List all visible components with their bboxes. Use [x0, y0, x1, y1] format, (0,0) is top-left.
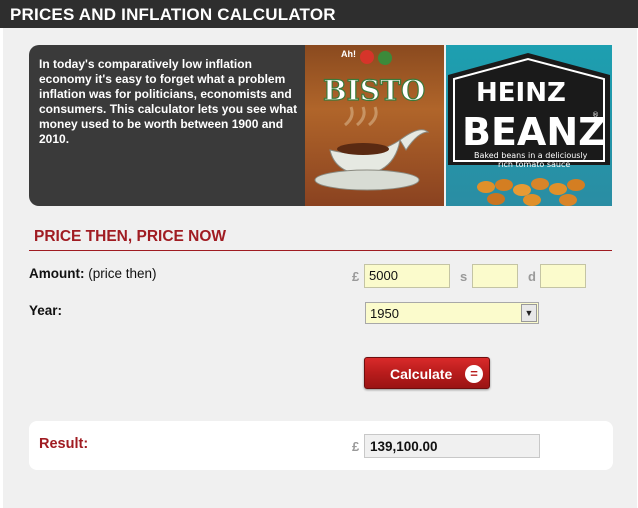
- bisto-advert-image: Ah! BISTO: [305, 45, 444, 206]
- pounds-symbol: £: [352, 269, 360, 284]
- amount-label: Amount: (price then): [29, 266, 157, 281]
- equals-icon: =: [465, 365, 483, 383]
- registered-mark: ®: [592, 111, 599, 119]
- pence-symbol: d: [528, 269, 536, 284]
- shillings-symbol: s: [460, 269, 468, 284]
- result-label: Result:: [39, 436, 89, 452]
- heinz-beanz-advert-image: HEINZ BEANZ ® Baked beans in a delicious…: [446, 45, 612, 206]
- year-label: Year:: [29, 303, 62, 318]
- beanz-text: BEANZ: [462, 110, 606, 154]
- beanz-tagline-1: Baked beans in a deliciously: [474, 151, 588, 160]
- bisto-tagline: Ah!: [341, 49, 356, 59]
- section-heading: PRICE THEN, PRICE NOW: [34, 228, 227, 245]
- heinz-text: HEINZ: [476, 78, 566, 108]
- section-divider: [29, 250, 612, 251]
- result-output: 139,100.00: [364, 434, 540, 458]
- amount-label-hint: (price then): [84, 266, 157, 281]
- calculate-button-label: Calculate: [390, 366, 453, 382]
- pounds-input[interactable]: 5000: [364, 264, 450, 288]
- shillings-input[interactable]: [472, 264, 518, 288]
- chevron-down-icon[interactable]: ▼: [521, 304, 537, 322]
- calculate-button[interactable]: Calculate =: [364, 357, 490, 389]
- page-title: PRICES AND INFLATION CALCULATOR: [10, 5, 336, 24]
- heinz-beanz-artwork: HEINZ BEANZ ® Baked beans in a delicious…: [448, 53, 610, 206]
- result-currency-symbol: £: [352, 439, 360, 454]
- year-select[interactable]: 1950 ▼: [365, 302, 539, 324]
- bisto-logo-text: BISTO: [323, 74, 425, 107]
- beanz-tagline-2: rich tomato sauce: [498, 160, 570, 169]
- intro-text: In today's comparatively low inflation e…: [39, 57, 298, 146]
- bisto-artwork: Ah! BISTO: [314, 49, 430, 191]
- amount-label-bold: Amount:: [29, 266, 85, 281]
- pence-input[interactable]: [540, 264, 586, 288]
- year-selected-value: 1950: [370, 306, 399, 321]
- app-header: PRICES AND INFLATION CALCULATOR: [0, 0, 638, 28]
- year-label-text: Year:: [29, 303, 63, 318]
